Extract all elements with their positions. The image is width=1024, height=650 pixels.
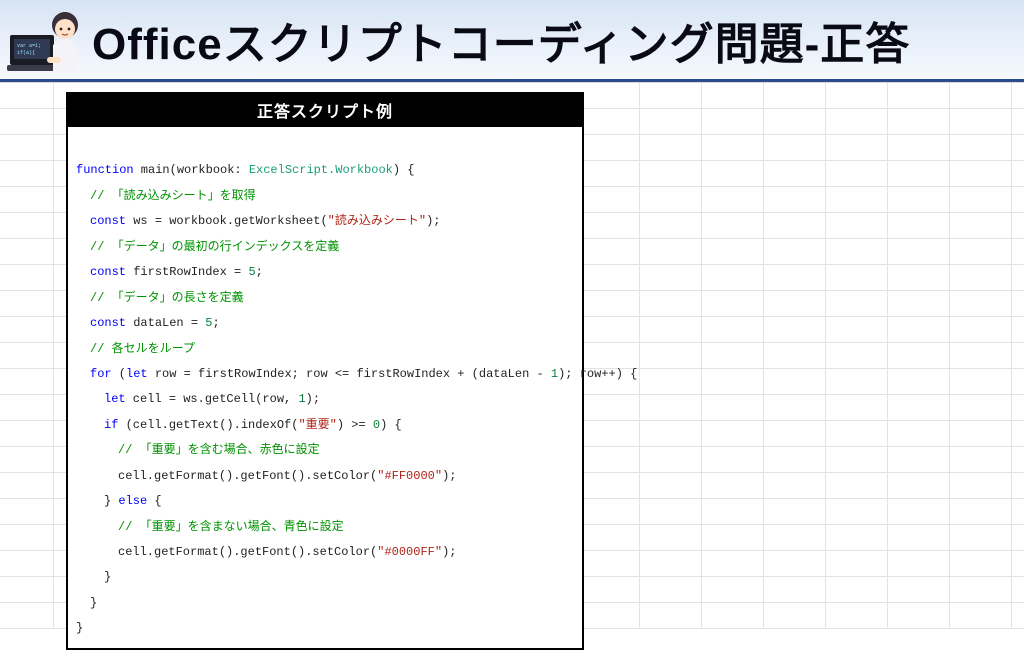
string-lit: "#0000FF" <box>377 545 442 559</box>
comment: // 「重要」を含む場合、赤色に設定 <box>118 443 320 457</box>
code-text: ); <box>306 392 320 406</box>
code-text: cell.getFormat().getFont().setColor( <box>118 469 377 483</box>
kw-function: function <box>76 163 134 177</box>
code-text: cell = ws.getCell(row, <box>126 392 299 406</box>
comment: // 「データ」の長さを定義 <box>90 291 244 305</box>
answer-script-card: 正答スクリプト例 function main(workbook: ExcelSc… <box>66 92 584 650</box>
kw-if: if <box>104 418 118 432</box>
string-lit: "#FF0000" <box>377 469 442 483</box>
page-title: Officeスクリプトコーディング問題-正答 <box>92 8 910 72</box>
code-text: ); <box>442 469 456 483</box>
comment: // 「重要」を含まない場合、青色に設定 <box>118 520 344 534</box>
code-text: } <box>76 621 83 635</box>
comment: // 各セルをループ <box>90 342 195 356</box>
code-text: ); <box>442 545 456 559</box>
code-text: } <box>104 570 111 584</box>
svg-text:var a=1;: var a=1; <box>17 43 41 49</box>
number-lit: 1 <box>298 392 305 406</box>
avatar-wrap: var a=1; if(a){ <box>0 0 92 81</box>
type-name: ExcelScript.Workbook <box>249 163 393 177</box>
avatar-coder-icon: var a=1; if(a){ <box>7 5 85 79</box>
code-text: { <box>147 494 161 508</box>
kw-const: const <box>90 316 126 330</box>
code-text: cell.getFormat().getFont().setColor( <box>118 545 377 559</box>
comment: // 「読み込みシート」を取得 <box>90 189 256 203</box>
kw-else: else <box>118 494 147 508</box>
card-title: 正答スクリプト例 <box>68 94 582 127</box>
code-text: ws = workbook.getWorksheet( <box>126 214 328 228</box>
code-text: ); <box>426 214 440 228</box>
code-text: ) >= <box>337 418 373 432</box>
kw-let: let <box>104 392 126 406</box>
code-text: } <box>104 494 118 508</box>
kw-const: const <box>90 265 126 279</box>
string-lit: "重要" <box>298 418 336 432</box>
kw-let: let <box>126 367 148 381</box>
number-lit: 1 <box>551 367 558 381</box>
number-lit: 0 <box>373 418 380 432</box>
code-text: row = firstRowIndex; row <= firstRowInde… <box>148 367 551 381</box>
code-text: } <box>90 596 97 610</box>
code-block: function main(workbook: ExcelScript.Work… <box>68 127 582 648</box>
comment: // 「データ」の最初の行インデックスを定義 <box>90 240 339 254</box>
kw-const: const <box>90 214 126 228</box>
svg-text:if(a){: if(a){ <box>17 50 35 56</box>
code-text: ; <box>256 265 263 279</box>
code-text: main(workbook: <box>134 163 249 177</box>
code-text: firstRowIndex = <box>126 265 248 279</box>
code-text: ) { <box>380 418 402 432</box>
code-text: ) { <box>393 163 415 177</box>
kw-for: for <box>90 367 112 381</box>
code-text: (cell.getText().indexOf( <box>118 418 298 432</box>
title-banner: var a=1; if(a){ Officeスクリプトコーディング問題-正答 <box>0 0 1024 82</box>
code-text: ; <box>212 316 219 330</box>
code-text: ); row++) { <box>558 367 637 381</box>
string-lit: "読み込みシート" <box>328 214 426 228</box>
code-text: ( <box>112 367 126 381</box>
number-lit: 5 <box>248 265 255 279</box>
code-text: dataLen = <box>126 316 205 330</box>
